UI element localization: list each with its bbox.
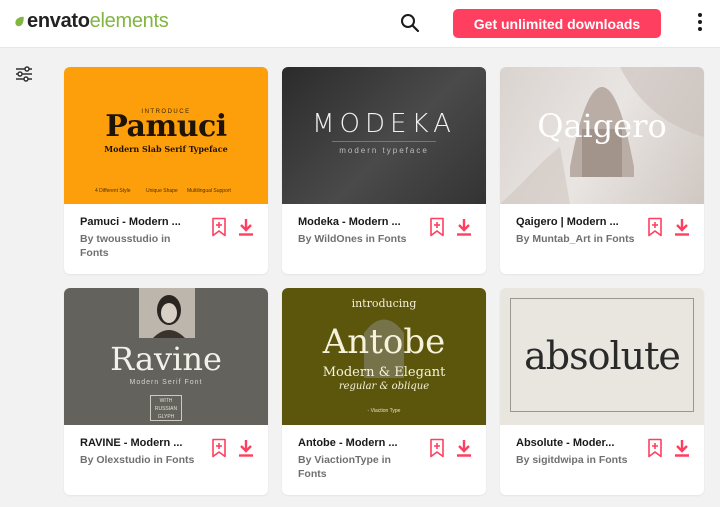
thumb-line-3: regular & oblique — [338, 381, 430, 392]
thumb-feature-1: 4 Different Style — [95, 188, 131, 194]
asset-author-category: By Muntab_Art in Fonts — [516, 233, 635, 245]
asset-title[interactable]: Antobe - Modern ... — [298, 437, 398, 449]
thumb-subtitle: Modern Slab Serif Typeface — [104, 144, 228, 154]
asset-author-category: By WildOnes in Fonts — [298, 233, 407, 245]
thumb-title: absolute — [524, 334, 681, 378]
kebab-menu-icon[interactable] — [693, 13, 707, 35]
download-icon[interactable] — [454, 217, 474, 237]
logo-text-envato: envato — [27, 10, 90, 32]
download-icon[interactable] — [454, 438, 474, 458]
asset-title[interactable]: Pamuci - Modern ... — [80, 216, 181, 228]
download-icon[interactable] — [672, 217, 692, 237]
asset-card-pamuci[interactable]: INTRODUCE Pamuci Modern Slab Serif Typef… — [64, 67, 268, 274]
asset-title[interactable]: Qaigero | Modern ... — [516, 216, 619, 228]
asset-thumbnail[interactable]: absolute — [500, 288, 704, 425]
thumb-feature-3: Multilingual Support — [187, 188, 231, 194]
asset-thumbnail[interactable]: Ravine Modern Serif Font WITH RUSSIAN GL… — [64, 288, 268, 425]
badge-line-1: WITH — [159, 398, 173, 404]
thumb-title: Ravine — [110, 340, 222, 378]
thumb-title: Qaigero — [537, 107, 667, 145]
bookmark-add-icon[interactable] — [645, 438, 665, 458]
asset-title[interactable]: Absolute - Moder... — [516, 437, 614, 449]
download-icon[interactable] — [236, 217, 256, 237]
download-icon[interactable] — [672, 438, 692, 458]
thumb-subtitle: Modern Serif Font — [129, 379, 203, 386]
thumb-title: Antobe — [322, 322, 446, 362]
asset-card-qaigero[interactable]: Qaigero Qaigero | Modern ... By Muntab_A… — [500, 67, 704, 274]
bookmark-add-icon[interactable] — [427, 438, 447, 458]
asset-author-category: By Olexstudio in Fonts — [80, 454, 195, 466]
top-header: envato elements Get unlimited downloads — [0, 0, 720, 48]
asset-title[interactable]: Modeka - Modern ... — [298, 216, 401, 228]
thumb-kicker: introducing — [351, 297, 417, 310]
envato-leaf-icon — [15, 16, 24, 27]
asset-thumbnail[interactable]: INTRODUCE Pamuci Modern Slab Serif Typef… — [64, 67, 268, 204]
bookmark-add-icon[interactable] — [427, 217, 447, 237]
bookmark-add-icon[interactable] — [209, 217, 229, 237]
asset-title[interactable]: RAVINE - Modern ... — [80, 437, 182, 449]
download-icon[interactable] — [236, 438, 256, 458]
asset-card-modeka[interactable]: MODEKA modern typeface Modeka - Modern .… — [282, 67, 486, 274]
envato-elements-logo[interactable]: envato elements — [14, 10, 169, 33]
thumb-footer: - Viaction Type — [367, 408, 401, 414]
thumb-title: MODEKA — [312, 109, 456, 139]
bookmark-add-icon[interactable] — [209, 438, 229, 458]
asset-author-category: By sigitdwipa in Fonts — [516, 454, 628, 466]
asset-card-absolute[interactable]: absolute Absolute - Moder... By sigitdwi… — [500, 288, 704, 495]
asset-author-category: By ViactionType in Fonts — [298, 454, 391, 480]
thumb-badge: WITH RUSSIAN GLYPH — [150, 395, 182, 421]
asset-thumbnail[interactable]: MODEKA modern typeface — [282, 67, 486, 204]
asset-author-category: By twousstudio in Fonts — [80, 233, 171, 259]
bookmark-add-icon[interactable] — [645, 217, 665, 237]
thumb-portrait-photo — [139, 288, 195, 338]
badge-line-2: RUSSIAN — [154, 406, 178, 412]
filter-sliders-icon[interactable] — [15, 66, 33, 82]
thumb-line-2: Modern & Elegant — [322, 365, 446, 380]
get-unlimited-downloads-button[interactable]: Get unlimited downloads — [453, 9, 661, 38]
asset-card-antobe[interactable]: introducing Antobe Modern & Elegant regu… — [282, 288, 486, 495]
thumb-subtitle: modern typeface — [339, 146, 429, 155]
asset-thumbnail[interactable]: Qaigero — [500, 67, 704, 204]
search-icon[interactable] — [400, 13, 420, 33]
left-sidebar — [0, 49, 48, 507]
asset-thumbnail[interactable]: introducing Antobe Modern & Elegant regu… — [282, 288, 486, 425]
logo-text-elements: elements — [89, 10, 169, 32]
thumb-feature-2: Unique Shape — [146, 188, 178, 194]
thumb-title: Pamuci — [105, 109, 227, 144]
badge-line-3: GLYPH — [157, 414, 175, 420]
thumb-divider — [332, 141, 436, 142]
asset-card-ravine[interactable]: Ravine Modern Serif Font WITH RUSSIAN GL… — [64, 288, 268, 495]
